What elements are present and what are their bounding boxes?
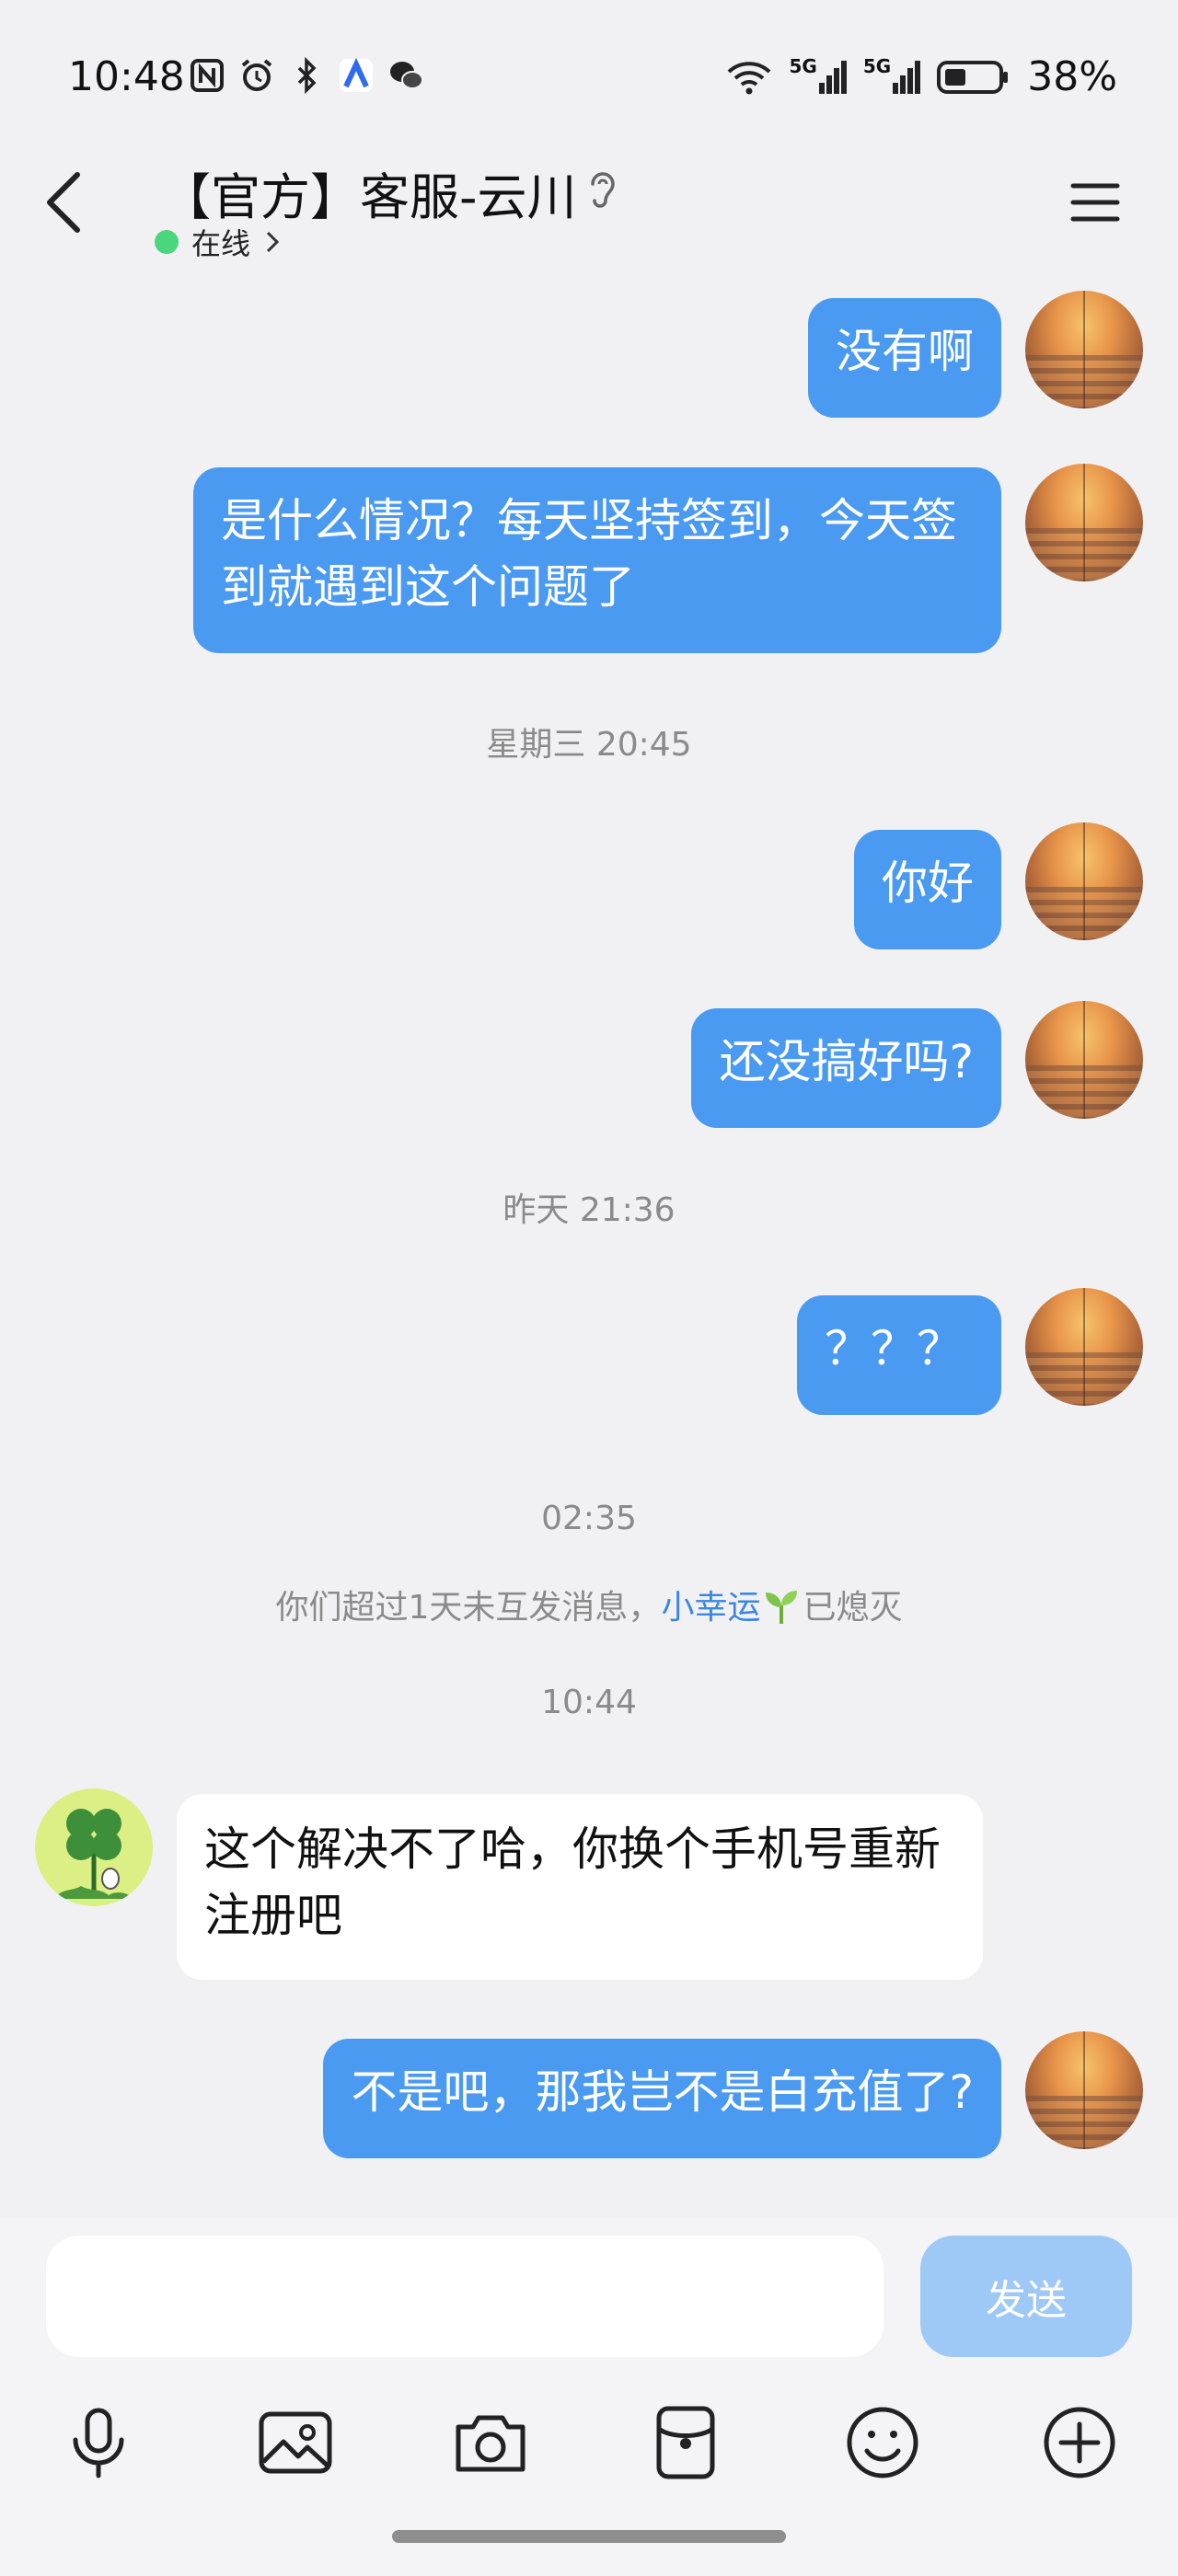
online-status-label: 在线 [191,226,251,261]
system-message-suffix: 已熄灭 [803,1589,903,1627]
online-status[interactable]: 在线 [155,221,282,263]
online-dot [155,230,179,254]
chevron-right-icon [266,231,280,253]
system-message-text: 你们超过1天未互发消息， [275,1589,662,1627]
message-bubble-me[interactable]: 还没搞好吗? [691,1008,1001,1128]
signal-2-icon: 5G [863,55,921,94]
my-avatar[interactable] [1025,1288,1143,1406]
my-avatar[interactable] [1025,2031,1143,2149]
my-avatar[interactable] [1025,464,1143,581]
menu-icon[interactable] [1068,175,1123,230]
status-bar: 10:48 5G 5G 38% [0,0,1178,156]
agent-avatar[interactable] [35,1788,153,1906]
chat-header: 【官方】客服-云川 在线 [0,147,1178,276]
ear-icon[interactable] [585,167,620,215]
message-row: 是什么情况？每天坚持签到，今天签到就遇到这个问题了 [0,464,1178,661]
bluetooth-icon [297,57,317,94]
app-a-icon [340,57,373,92]
alarm-icon [241,59,272,91]
send-button[interactable]: 发送 [920,2236,1132,2357]
timestamp: 10:44 [541,1684,637,1721]
status-right-group: 5G 5G 38% [725,53,1117,100]
message-row: 没有啊 [0,291,1178,418]
system-message: 你们超过1天未互发消息，小幸运 已熄灭 [0,1581,1178,1628]
battery-icon [937,60,1009,94]
wechat-icon [390,62,423,89]
my-avatar[interactable] [1025,1001,1143,1119]
status-time: 10:48 [68,53,185,100]
chat-title[interactable]: 【官方】客服-云川 [161,156,577,229]
timestamp: 昨天 21:36 [502,1191,676,1229]
message-bubble-agent[interactable]: 这个解决不了哈，你换个手机号重新注册吧 [177,1794,983,1980]
home-indicator[interactable] [392,2530,786,2543]
battery-percentage: 38% [1027,53,1117,100]
input-toolbar [0,2401,1178,2512]
my-avatar[interactable] [1025,822,1143,940]
my-avatar[interactable] [1025,291,1143,408]
camera-icon[interactable] [449,2401,532,2484]
network-label-2: 5G [862,54,892,77]
message-input[interactable] [46,2236,884,2357]
emoji-icon[interactable] [841,2401,924,2484]
message-bubble-me[interactable]: 是什么情况？每天坚持签到，今天签到就遇到这个问题了 [193,467,1001,653]
network-label-1: 5G [789,54,817,77]
clover-icon [53,1809,136,1899]
sprout-icon [766,1591,798,1624]
system-message-link[interactable]: 小幸运 [661,1589,760,1627]
wifi-icon [727,61,770,94]
message-bubble-me[interactable]: 没有啊 [808,298,1001,418]
chat-area[interactable]: 没有啊 是什么情况？每天坚持签到，今天签到就遇到这个问题了 星期三 20:45 … [0,276,1178,2217]
mic-icon[interactable] [57,2401,140,2484]
message-bubble-me[interactable]: 你好 [854,830,1001,949]
message-bubble-me[interactable]: ？？？ [797,1295,1001,1415]
plus-icon[interactable] [1038,2401,1121,2484]
signal-1-icon: 5G [790,55,847,94]
image-icon[interactable] [254,2401,337,2484]
timestamp: 02:35 [541,1500,637,1537]
input-area: 发送 [0,2217,1178,2576]
status-notification-icons [189,57,424,94]
back-icon[interactable] [37,166,92,239]
nfc-icon [191,59,224,92]
red-packet-icon[interactable] [644,2401,727,2484]
message-bubble-me[interactable]: 不是吧，那我岂不是白充值了? [323,2039,1001,2158]
timestamp: 星期三 20:45 [486,726,692,764]
